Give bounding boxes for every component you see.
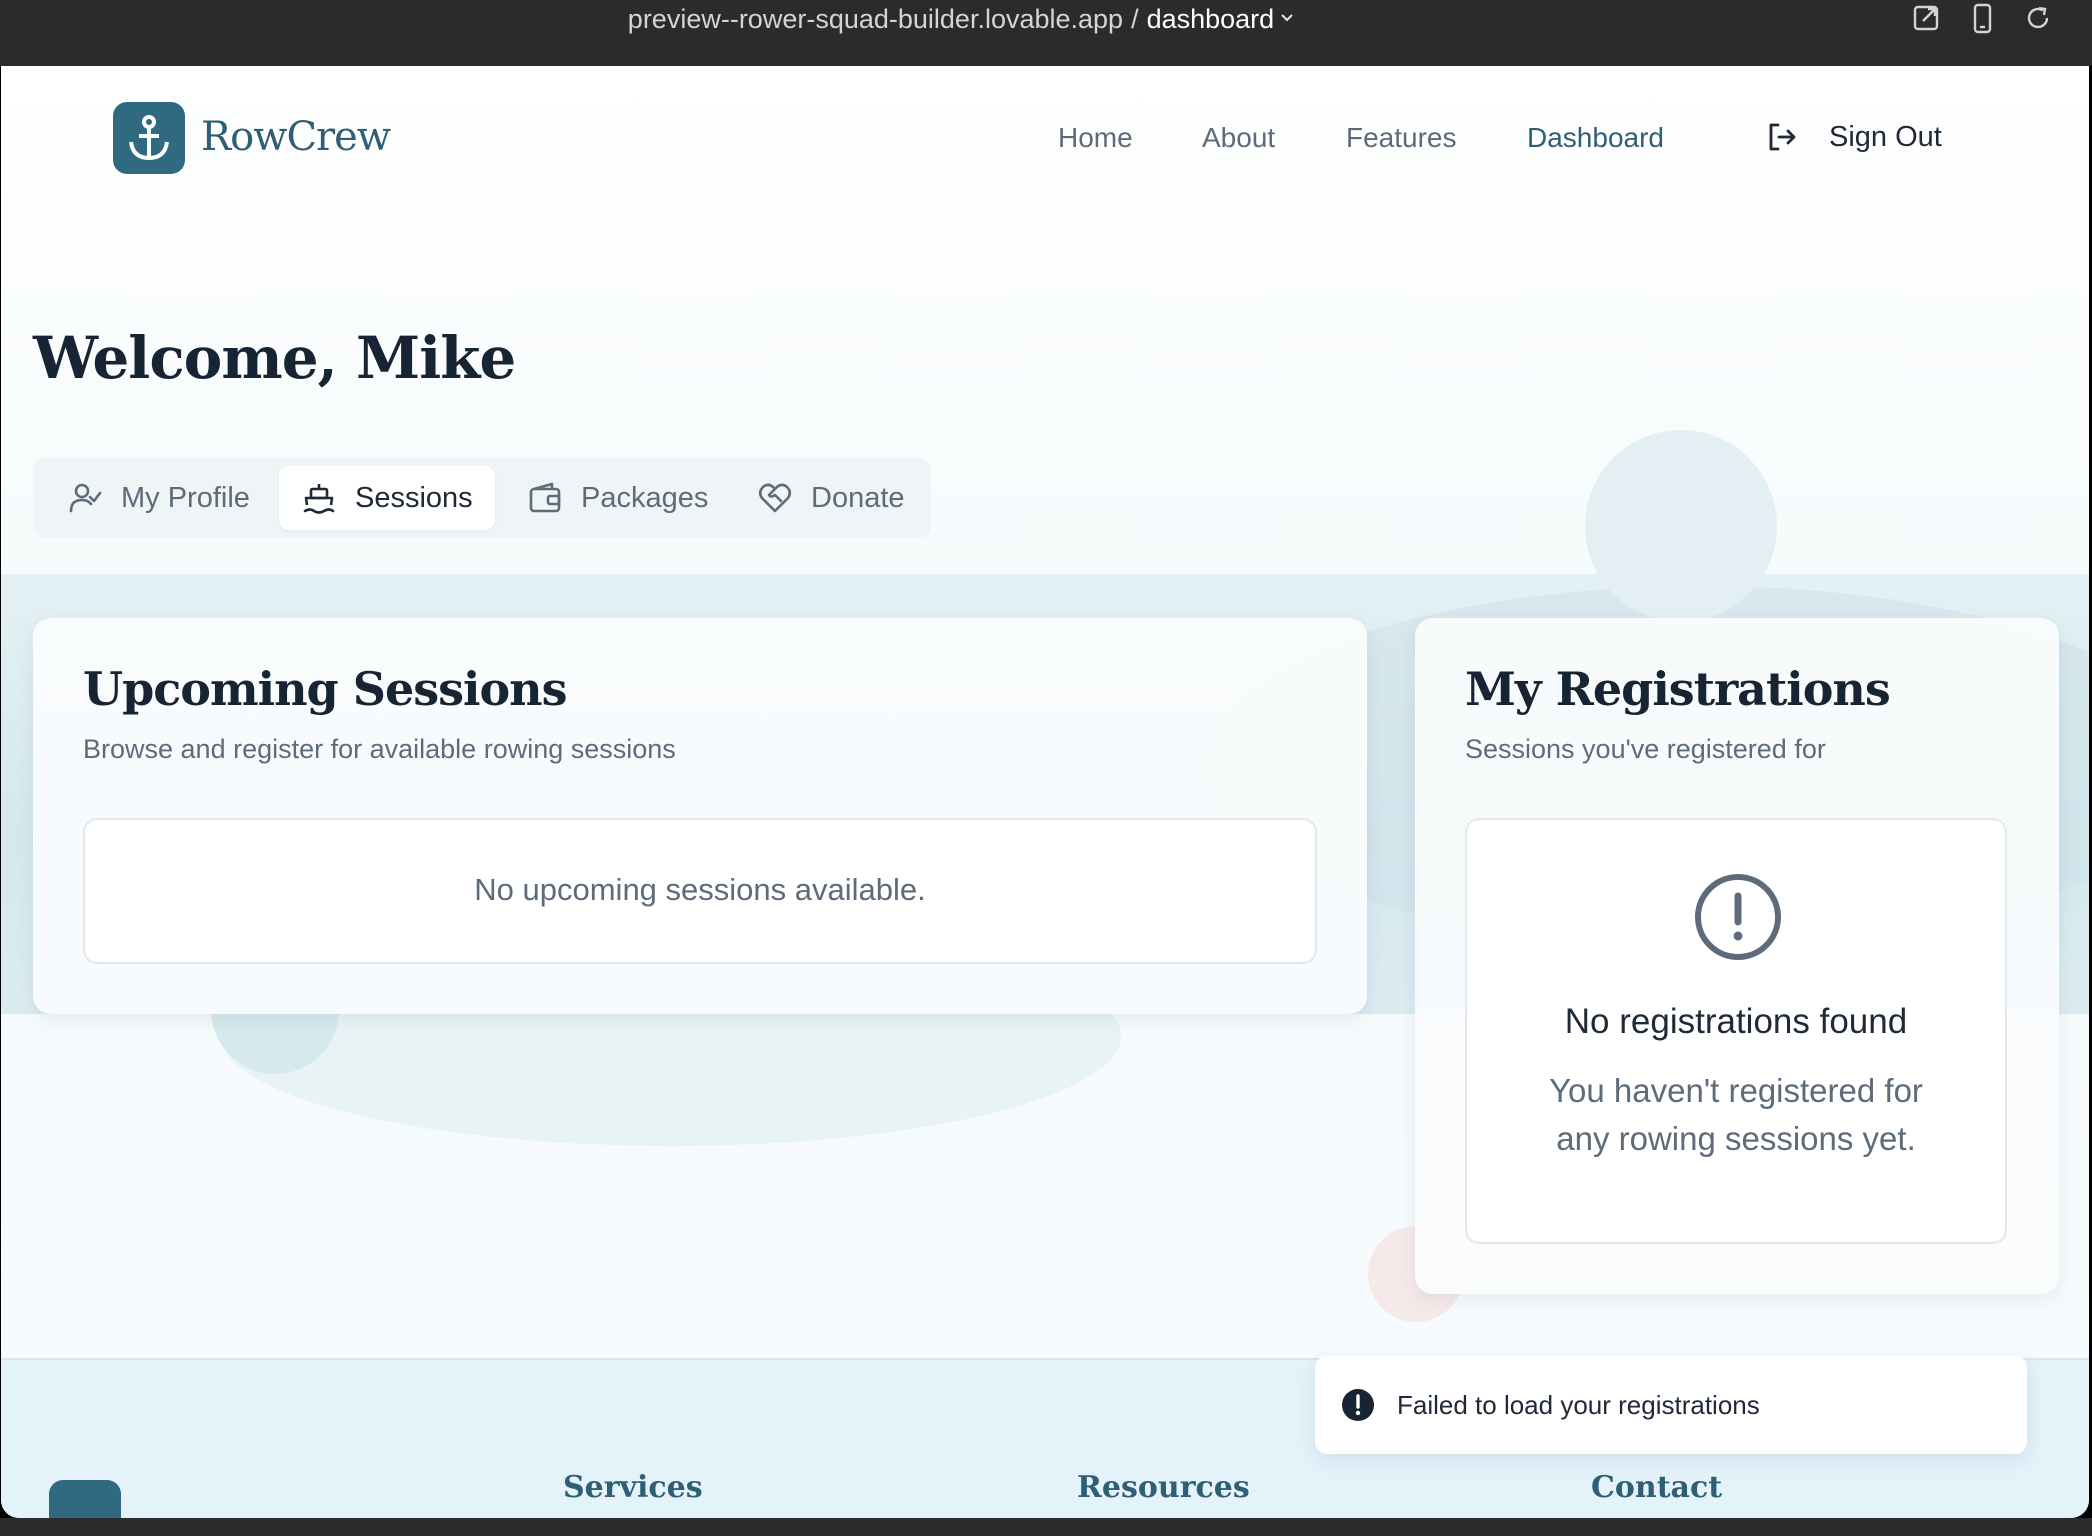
address-bar[interactable]: preview--rower-squad-builder.lovable.app… [0, 0, 1922, 40]
user-check-icon [69, 483, 102, 513]
page-title: Welcome, Mike [33, 324, 516, 392]
log-out-icon [1769, 123, 1796, 151]
nav-about[interactable]: About [1202, 122, 1275, 154]
empty-title: No registrations found [1564, 1002, 1908, 1041]
brand-logo[interactable] [113, 102, 185, 174]
tab-packages[interactable]: Packages [505, 466, 730, 530]
my-registrations-card: My Registrations Sessions you've registe… [1415, 618, 2059, 1294]
browser-toolbar: preview--rower-squad-builder.lovable.app… [0, 0, 2092, 66]
anchor-icon [129, 115, 169, 161]
wallet-icon [529, 482, 561, 513]
empty-message: No upcoming sessions available. [474, 872, 926, 907]
brand-name[interactable]: RowCrew [201, 114, 391, 160]
url-route: dashboard [1146, 4, 1275, 34]
tab-donate[interactable]: Donate [735, 466, 927, 530]
open-external-icon[interactable] [1910, 2, 1942, 34]
card-subtitle: Sessions you've registered for [1465, 734, 1826, 764]
alert-circle-icon [1695, 874, 1781, 960]
empty-description: You haven't registered for [1549, 1072, 1923, 1109]
alert-circle-icon [1342, 1389, 1374, 1421]
tab-my-profile[interactable]: My Profile [45, 466, 272, 530]
empty-description: any rowing sessions yet. [1556, 1120, 1916, 1157]
footer-heading-contact: Contact [1591, 1470, 1723, 1505]
tab-sessions[interactable]: Sessions [279, 466, 495, 530]
heart-handshake-icon [758, 483, 792, 513]
tab-label: Donate [811, 481, 905, 514]
tab-label: Packages [581, 481, 709, 514]
nav-home[interactable]: Home [1058, 122, 1133, 154]
nav-dashboard[interactable]: Dashboard [1527, 122, 1664, 154]
top-navbar: RowCrew Home About Features Dashboard Si… [1, 66, 2089, 216]
mobile-preview-icon[interactable] [1966, 2, 1998, 34]
dashboard-tabs: My Profile Sessions Packages Donate [33, 458, 931, 538]
tab-label: My Profile [121, 481, 250, 514]
url-host: preview--rower-squad-builder.lovable.app [627, 4, 1124, 34]
nav-features[interactable]: Features [1346, 122, 1457, 154]
footer-logo[interactable] [49, 1480, 121, 1518]
upcoming-sessions-card: Upcoming Sessions Browse and register fo… [33, 618, 1367, 1014]
sign-out-label: Sign Out [1829, 120, 1942, 153]
toast-message: Failed to load your registrations [1397, 1389, 1760, 1420]
page-viewport: RowCrew Home About Features Dashboard Si… [1, 66, 2089, 1518]
chevron-down-icon[interactable] [1280, 11, 1294, 25]
empty-state: No registrations found You haven't regis… [1465, 818, 2007, 1244]
empty-state: No upcoming sessions available. [83, 818, 1317, 964]
sign-out-button[interactable]: Sign Out [1765, 120, 1942, 154]
url-separator: / [1131, 4, 1139, 34]
tab-label: Sessions [355, 481, 473, 514]
card-subtitle: Browse and register for available rowing… [83, 734, 676, 764]
error-toast[interactable]: Failed to load your registrations [1315, 1356, 2027, 1454]
footer-heading-resources: Resources [1077, 1470, 1250, 1505]
ship-icon [303, 484, 335, 514]
reload-icon[interactable] [2022, 2, 2054, 34]
card-title: My Registrations [1465, 662, 1891, 716]
footer-heading-services: Services [563, 1470, 703, 1505]
window-bottom-edge [0, 1518, 2092, 1536]
card-title: Upcoming Sessions [83, 662, 568, 716]
decor-circle [1585, 430, 1777, 622]
